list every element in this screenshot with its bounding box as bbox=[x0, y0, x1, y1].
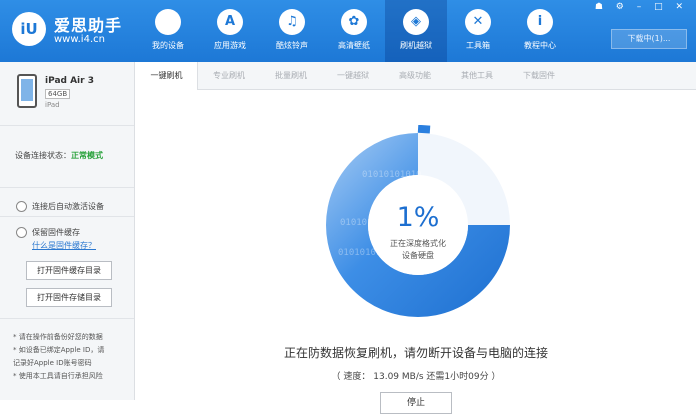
device-capacity-badge: 64GB bbox=[45, 89, 71, 99]
tab-bar: 一键刷机 专业刷机 批量刷机 一键越狱 高级功能 其他工具 下载固件 bbox=[136, 62, 696, 91]
connection-status: 设备连接状态：正常模式 bbox=[0, 126, 134, 188]
device-name: iPad Air 3 bbox=[45, 76, 94, 86]
bell-icon: ♫ bbox=[279, 9, 305, 35]
progress-percent: 1% bbox=[396, 202, 440, 233]
main-nav: 我的设备 A 应用游戏 ♫ 酷炫铃声 ✿ 高清壁纸 ◈ 刷机越狱 ✕ 工具箱 i… bbox=[137, 0, 571, 62]
nav-label: 高清壁纸 bbox=[338, 41, 370, 50]
status-value: 正常模式 bbox=[71, 151, 103, 160]
progress-marker bbox=[417, 125, 431, 134]
brand-url: www.i4.cn bbox=[54, 34, 105, 45]
keep-firmware-radio[interactable] bbox=[16, 227, 27, 238]
nav-label: 应用游戏 bbox=[214, 41, 246, 50]
apple-icon bbox=[155, 9, 181, 35]
nav-tutorials[interactable]: i 教程中心 bbox=[509, 0, 571, 62]
info-icon: i bbox=[527, 9, 553, 35]
nav-label: 酷炫铃声 bbox=[276, 41, 308, 50]
tab-batch-flash[interactable]: 批量刷机 bbox=[260, 62, 322, 90]
open-cache-dir-button[interactable]: 打开固件缓存目录 bbox=[26, 261, 112, 280]
nav-label: 教程中心 bbox=[524, 41, 556, 50]
tab-other-tools[interactable]: 其他工具 bbox=[446, 62, 508, 90]
flower-icon: ✿ bbox=[341, 9, 367, 35]
tab-download-firmware[interactable]: 下载固件 bbox=[508, 62, 570, 90]
nav-apps[interactable]: A 应用游戏 bbox=[199, 0, 261, 62]
tab-one-click-jailbreak[interactable]: 一键越狱 bbox=[322, 62, 384, 90]
download-center-button[interactable]: 下载中(1)... bbox=[611, 29, 687, 49]
nav-label: 工具箱 bbox=[466, 41, 490, 50]
note-line: * 如设备已绑定Apple ID，请 bbox=[13, 346, 105, 354]
top-bar: iU 爱思助手 www.i4.cn 我的设备 A 应用游戏 ♫ 酷炫铃声 ✿ 高… bbox=[0, 0, 696, 62]
device-card: iPad Air 3 64GB iPad bbox=[0, 62, 134, 126]
status-label: 设备连接状态： bbox=[15, 151, 71, 160]
tools-icon: ✕ bbox=[465, 9, 491, 35]
stop-button[interactable]: 停止 bbox=[380, 392, 452, 414]
dropbox-icon: ◈ bbox=[403, 9, 429, 35]
note-line: * 请在操作前备份好您的数据 bbox=[13, 333, 103, 341]
nav-toolbox[interactable]: ✕ 工具箱 bbox=[447, 0, 509, 62]
warning-message: 正在防数据恢复刷机，请勿断开设备与电脑的连接 bbox=[283, 346, 548, 360]
tab-advanced[interactable]: 高级功能 bbox=[384, 62, 446, 90]
keep-firmware-label: 保留固件缓存 bbox=[32, 228, 80, 237]
window-controls[interactable]: ☗ ⚙ – □ ✕ bbox=[595, 2, 688, 12]
ipad-icon bbox=[17, 74, 37, 108]
nav-ringtones[interactable]: ♫ 酷炫铃声 bbox=[261, 0, 323, 62]
auto-activate-radio[interactable] bbox=[16, 200, 27, 212]
nav-my-device[interactable]: 我的设备 bbox=[137, 0, 199, 62]
progress-status-line1: 正在深度格式化 bbox=[390, 239, 446, 248]
progress-status-line2: 设备硬盘 bbox=[402, 251, 434, 260]
tab-pro-flash[interactable]: 专业刷机 bbox=[198, 62, 260, 90]
note-line: * 使用本工具请自行承担风险 bbox=[13, 372, 103, 380]
device-type: iPad bbox=[45, 101, 60, 109]
sidebar: iPad Air 3 64GB iPad 设备连接状态：正常模式 连接后自动激活… bbox=[0, 62, 135, 400]
nav-label: 刷机越狱 bbox=[400, 41, 432, 50]
firmware-cache-section: 保留固件缓存 什么是固件缓存？ 打开固件缓存目录 打开固件存储目录 bbox=[0, 217, 134, 319]
nav-label: 我的设备 bbox=[152, 41, 184, 50]
brand-name: 爱思助手 bbox=[54, 16, 123, 35]
auto-activate-label: 连接后自动激活设备 bbox=[32, 201, 104, 211]
app-store-icon: A bbox=[217, 9, 243, 35]
note-line: 记录好Apple ID账号密码 bbox=[13, 359, 92, 367]
nav-wallpapers[interactable]: ✿ 高清壁纸 bbox=[323, 0, 385, 62]
open-storage-dir-button[interactable]: 打开固件存储目录 bbox=[26, 288, 112, 307]
tab-one-click-flash[interactable]: 一键刷机 bbox=[136, 62, 198, 91]
main-panel: 01010101010 01010101010 01010101010 1% 正… bbox=[136, 90, 696, 414]
what-is-cache-link[interactable]: 什么是固件缓存？ bbox=[32, 240, 96, 251]
nav-flash-jailbreak[interactable]: ◈ 刷机越狱 bbox=[385, 0, 447, 62]
logo-icon: iU bbox=[12, 12, 46, 46]
speed-info: （ 速度： 13.09 MB/s 还需1小时09分 ） bbox=[331, 372, 501, 382]
auto-activate-option[interactable]: 连接后自动激活设备 bbox=[0, 188, 134, 217]
notes: * 请在操作前备份好您的数据 * 如设备已绑定Apple ID，请 记录好App… bbox=[0, 319, 134, 383]
